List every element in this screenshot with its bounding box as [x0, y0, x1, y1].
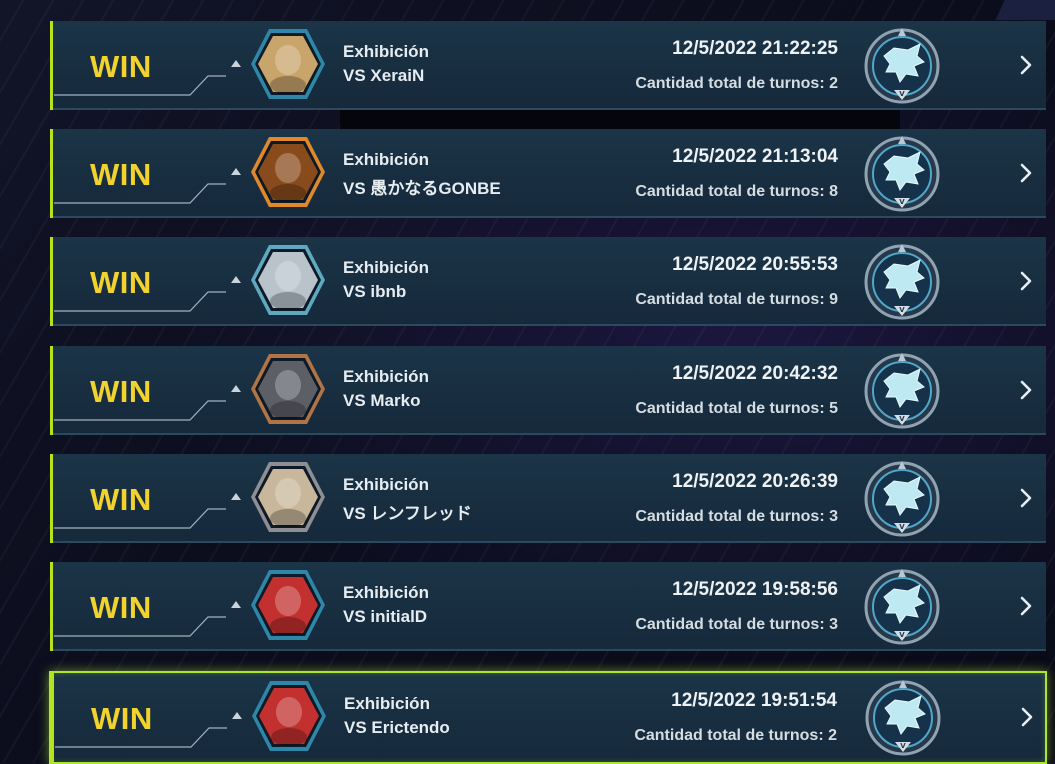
duel-datetime: 12/5/2022 19:58:56 [672, 579, 838, 600]
chevron-right-icon[interactable] [1016, 592, 1036, 620]
duel-history-row[interactable]: WIN Exhibición VS Marko 12/5/2022 20:42:… [50, 346, 1046, 435]
result-label: WIN [90, 265, 152, 300]
duel-mode-label: Exhibición [343, 367, 429, 386]
chevron-right-icon[interactable] [1016, 376, 1036, 404]
svg-text:V: V [899, 198, 905, 206]
opponent-name: VS レンフレッド [343, 504, 472, 523]
duel-mode-label: Exhibición [343, 150, 429, 169]
duel-datetime: 12/5/2022 20:26:39 [672, 471, 838, 492]
red-cap-duelist-avatar-icon [251, 570, 325, 640]
duel-datetime: 12/5/2022 20:55:53 [672, 254, 838, 275]
wolf-rank-badge-icon: V [864, 569, 940, 645]
opponent-name: VS XeraiN [343, 66, 425, 85]
duel-history-row[interactable]: WIN Exhibición VS ibnb 12/5/2022 20:55:5… [50, 237, 1046, 326]
svg-text:V: V [899, 306, 905, 314]
white-hair-avatar-icon [251, 245, 325, 315]
priestess-avatar-icon [251, 462, 325, 532]
caret-up-icon [231, 493, 241, 500]
duel-datetime: 12/5/2022 21:22:25 [672, 38, 838, 59]
caret-up-icon [231, 276, 241, 283]
total-turns: Cantidad total de turnos: 2 [635, 75, 838, 92]
result-label: WIN [90, 49, 152, 84]
duel-history-row[interactable]: WIN Exhibición VS 愚かなるGONBE 12/5/2022 21… [50, 129, 1046, 218]
wolf-rank-badge-icon: V [864, 28, 940, 104]
duel-mode-label: Exhibición [343, 258, 429, 277]
caret-up-icon [231, 385, 241, 392]
opponent-name: VS Marko [343, 391, 421, 410]
dragon-avatar-icon [251, 354, 325, 424]
caret-up-icon [232, 712, 242, 719]
duel-mode-label: Exhibición [343, 583, 429, 602]
red-cap-duelist-avatar-icon [252, 681, 326, 751]
result-label: WIN [91, 701, 153, 736]
duel-datetime: 12/5/2022 20:42:32 [672, 363, 838, 384]
total-turns: Cantidad total de turnos: 9 [635, 291, 838, 308]
opponent-name: VS ibnb [343, 282, 407, 301]
blonde-girl-avatar-icon [251, 29, 325, 99]
kuriboh-avatar-icon [251, 137, 325, 207]
duel-mode-label: Exhibición [343, 475, 429, 494]
total-turns: Cantidad total de turnos: 8 [635, 183, 838, 200]
wolf-rank-badge-icon: V [865, 680, 941, 756]
wolf-rank-badge-icon: V [864, 244, 940, 320]
chevron-right-icon[interactable] [1016, 51, 1036, 79]
caret-up-icon [231, 60, 241, 67]
caret-up-icon [231, 601, 241, 608]
wolf-rank-badge-icon: V [864, 136, 940, 212]
svg-text:V: V [899, 415, 905, 423]
opponent-name: VS Erictendo [344, 718, 450, 737]
total-turns: Cantidad total de turnos: 3 [635, 508, 838, 525]
wolf-rank-badge-icon: V [864, 461, 940, 537]
duel-history-row[interactable]: WIN Exhibición VS initialD 12/5/2022 19:… [50, 562, 1046, 651]
duel-mode-label: Exhibición [344, 694, 430, 713]
caret-up-icon [231, 168, 241, 175]
result-label: WIN [90, 374, 152, 409]
total-turns: Cantidad total de turnos: 5 [635, 400, 838, 417]
result-label: WIN [90, 482, 152, 517]
chevron-right-icon[interactable] [1017, 703, 1037, 731]
opponent-name: VS 愚かなるGONBE [343, 179, 501, 198]
svg-text:V: V [899, 523, 905, 531]
duel-history-list: WIN Exhibición VS XeraiN 12/5/2022 21:22… [0, 0, 1055, 764]
chevron-right-icon[interactable] [1016, 484, 1036, 512]
opponent-name: VS initialD [343, 607, 428, 626]
svg-text:V: V [899, 90, 905, 98]
duel-datetime: 12/5/2022 19:51:54 [671, 690, 837, 711]
wolf-rank-badge-icon: V [864, 353, 940, 429]
chevron-right-icon[interactable] [1016, 267, 1036, 295]
duel-history-row[interactable]: WIN Exhibición VS Erictendo 12/5/2022 19… [49, 671, 1047, 764]
duel-history-row[interactable]: WIN Exhibición VS レンフレッド 12/5/2022 20:26… [50, 454, 1046, 543]
svg-text:V: V [900, 742, 906, 750]
duel-datetime: 12/5/2022 21:13:04 [672, 146, 838, 167]
total-turns: Cantidad total de turnos: 2 [634, 727, 837, 744]
duel-history-row[interactable]: WIN Exhibición VS XeraiN 12/5/2022 21:22… [50, 21, 1046, 110]
result-label: WIN [90, 590, 152, 625]
result-label: WIN [90, 157, 152, 192]
svg-text:V: V [899, 631, 905, 639]
total-turns: Cantidad total de turnos: 3 [635, 616, 838, 633]
duel-mode-label: Exhibición [343, 42, 429, 61]
chevron-right-icon[interactable] [1016, 159, 1036, 187]
